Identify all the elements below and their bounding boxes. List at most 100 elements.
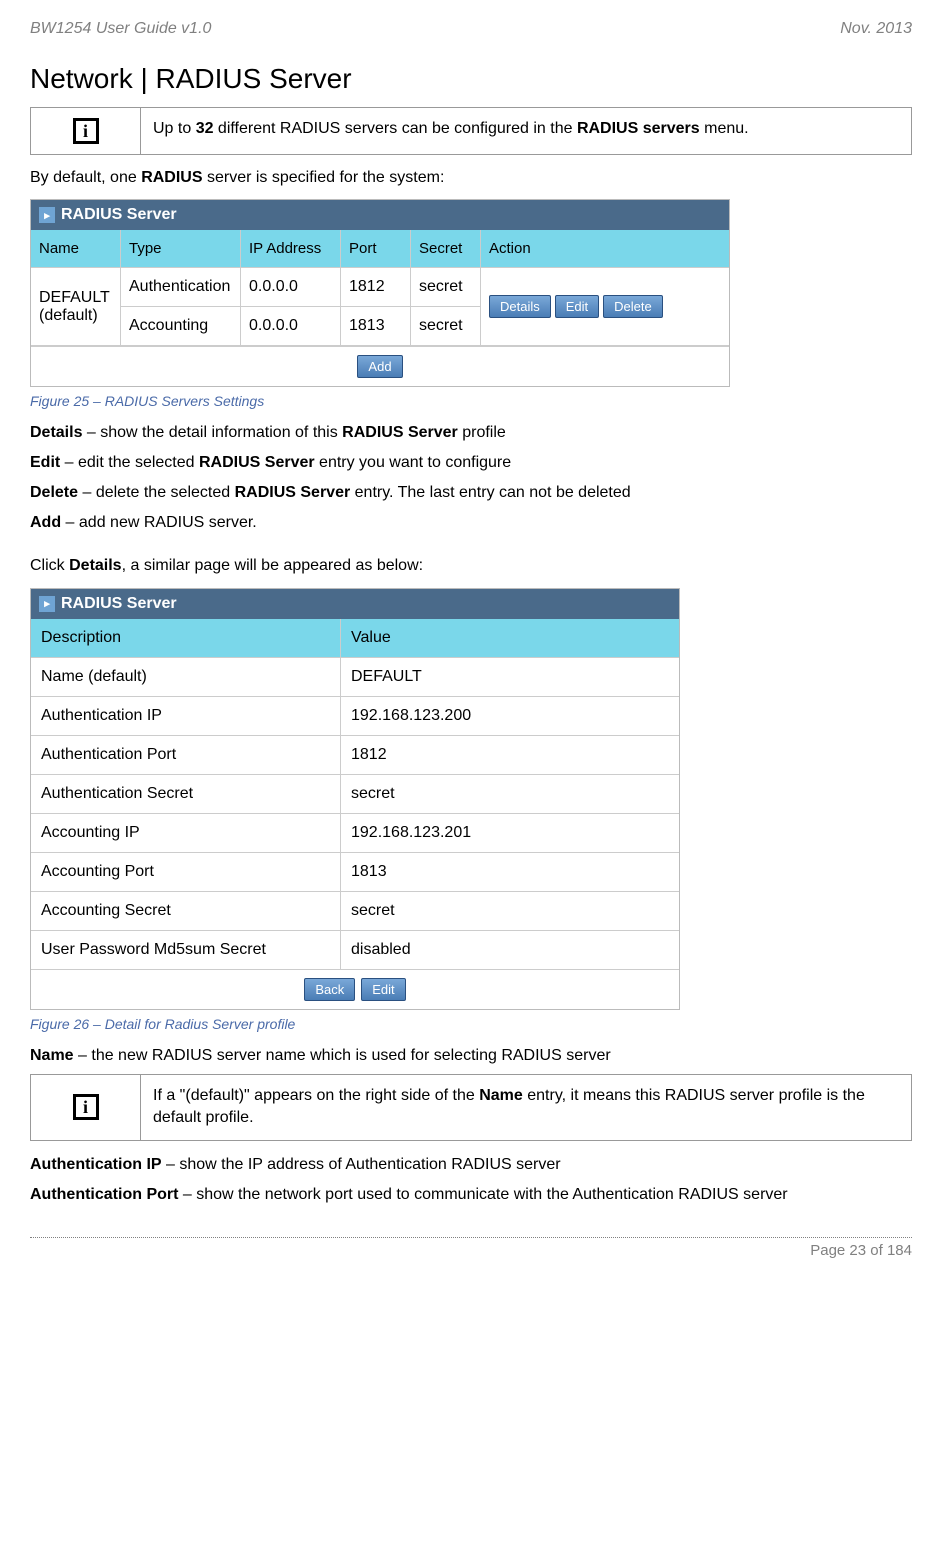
- cell-type: Accounting: [121, 307, 241, 346]
- table-row: User Password Md5sum Secretdisabled: [31, 931, 679, 970]
- sep: – show the detail information of this: [82, 424, 342, 441]
- bold: RADIUS Server: [199, 454, 315, 471]
- name-line1: DEFAULT: [39, 289, 112, 307]
- intro2-pre: Click: [30, 557, 69, 574]
- header-right: Nov. 2013: [840, 20, 912, 38]
- post: entry. The last entry can not be deleted: [350, 484, 630, 501]
- col-secret: Secret: [411, 230, 481, 268]
- def-edit: Edit – edit the selected RADIUS Server e…: [30, 451, 912, 475]
- arrow-icon: ▸: [39, 207, 55, 223]
- table-row: Accounting IP192.168.123.201: [31, 814, 679, 853]
- table-row: Accounting 0.0.0.0 1813 secret: [121, 307, 481, 346]
- figure-25-caption: Figure 25 – RADIUS Servers Settings: [30, 393, 912, 409]
- def-details: Details – show the detail information of…: [30, 421, 912, 445]
- info-icon: i: [73, 1094, 99, 1120]
- edit-button[interactable]: Edit: [555, 295, 599, 318]
- col-action: Action: [481, 230, 729, 268]
- term: Name: [30, 1047, 74, 1064]
- col-description: Description: [31, 619, 341, 657]
- add-button[interactable]: Add: [357, 355, 402, 378]
- post: entry you want to configure: [315, 454, 512, 471]
- kv-val: secret: [341, 775, 679, 813]
- def-auth-ip: Authentication IP – show the IP address …: [30, 1153, 912, 1177]
- info-icon-cell: i: [31, 1075, 141, 1140]
- col-port: Port: [341, 230, 411, 268]
- action-cell: Details Edit Delete: [481, 268, 729, 346]
- table1-header-row: Name Type IP Address Port Secret Action: [31, 230, 729, 268]
- back-button[interactable]: Back: [304, 978, 355, 1001]
- term: Details: [30, 424, 82, 441]
- table2-button-row: Back Edit: [31, 970, 679, 1009]
- col-ip: IP Address: [241, 230, 341, 268]
- intro-text-2: Click Details, a similar page will be ap…: [30, 555, 912, 577]
- section-title: Network | RADIUS Server: [30, 63, 912, 95]
- name-line2: (default): [39, 307, 112, 325]
- table-row: Name (default)DEFAULT: [31, 658, 679, 697]
- def-name: Name – the new RADIUS server name which …: [30, 1044, 912, 1068]
- table1-body: DEFAULT (default) Authentication 0.0.0.0…: [31, 268, 729, 346]
- table-row: Accounting Secretsecret: [31, 892, 679, 931]
- table2-header-row: Description Value: [31, 619, 679, 658]
- col-name: Name: [31, 230, 121, 268]
- cell-secret: secret: [411, 307, 481, 346]
- details-button[interactable]: Details: [489, 295, 551, 318]
- intro2-post: , a similar page will be appeared as bel…: [122, 557, 424, 574]
- info1-mid: different RADIUS servers can be configur…: [213, 120, 576, 137]
- radius-detail-table: ▸ RADIUS Server Description Value Name (…: [30, 588, 680, 1010]
- def-delete: Delete – delete the selected RADIUS Serv…: [30, 481, 912, 505]
- sep: – edit the selected: [60, 454, 199, 471]
- def-auth-port: Authentication Port – show the network p…: [30, 1183, 912, 1207]
- kv-key: Authentication IP: [31, 697, 341, 735]
- table-row: Authentication IP192.168.123.200: [31, 697, 679, 736]
- info-icon-cell: i: [31, 108, 141, 154]
- edit-button[interactable]: Edit: [361, 978, 405, 1001]
- figure-26-caption: Figure 26 – Detail for Radius Server pro…: [30, 1016, 912, 1032]
- col-value: Value: [341, 619, 679, 657]
- col-type: Type: [121, 230, 241, 268]
- table1-title-bar: ▸ RADIUS Server: [31, 200, 729, 230]
- term: Add: [30, 514, 61, 531]
- kv-key: Accounting Secret: [31, 892, 341, 930]
- term: Authentication Port: [30, 1186, 178, 1203]
- add-row: Add: [31, 346, 729, 386]
- name-cell: DEFAULT (default): [31, 268, 121, 346]
- def-add: Add – add new RADIUS server.: [30, 511, 912, 535]
- info1-bold2: RADIUS servers: [577, 120, 700, 137]
- table2-title: RADIUS Server: [61, 595, 177, 613]
- table-row: Authentication Port1812: [31, 736, 679, 775]
- kv-key: Name (default): [31, 658, 341, 696]
- delete-button[interactable]: Delete: [603, 295, 663, 318]
- bold: RADIUS Server: [342, 424, 458, 441]
- cell-port: 1812: [341, 268, 411, 307]
- post: – show the network port used to communic…: [178, 1186, 787, 1203]
- intro1-pre: By default, one: [30, 169, 141, 186]
- table-row: Authentication 0.0.0.0 1812 secret: [121, 268, 481, 307]
- table-row: Accounting Port1813: [31, 853, 679, 892]
- footer-separator: [30, 1237, 912, 1238]
- table-row: Authentication Secretsecret: [31, 775, 679, 814]
- intro1-post: server is specified for the system:: [203, 169, 445, 186]
- term: Delete: [30, 484, 78, 501]
- info2-bold: Name: [479, 1087, 523, 1104]
- info1-pre: Up to: [153, 120, 196, 137]
- kv-val: 1813: [341, 853, 679, 891]
- info-text: If a "(default)" appears on the right si…: [141, 1075, 911, 1140]
- kv-key: Accounting Port: [31, 853, 341, 891]
- cell-port: 1813: [341, 307, 411, 346]
- info-text: Up to 32 different RADIUS servers can be…: [141, 108, 911, 154]
- table1-title: RADIUS Server: [61, 206, 177, 224]
- info1-post: menu.: [700, 120, 749, 137]
- post: profile: [458, 424, 506, 441]
- sep: – add new RADIUS server.: [61, 514, 257, 531]
- table2-title-bar: ▸ RADIUS Server: [31, 589, 679, 619]
- intro2-bold: Details: [69, 557, 121, 574]
- term: Authentication IP: [30, 1156, 162, 1173]
- kv-val: 192.168.123.200: [341, 697, 679, 735]
- info1-bold1: 32: [196, 120, 214, 137]
- intro-text-1: By default, one RADIUS server is specifi…: [30, 167, 912, 189]
- page-footer: Page 23 of 184: [30, 1242, 912, 1259]
- kv-key: User Password Md5sum Secret: [31, 931, 341, 969]
- cell-ip: 0.0.0.0: [241, 268, 341, 307]
- info-callout-2: i If a "(default)" appears on the right …: [30, 1074, 912, 1141]
- bold: RADIUS Server: [235, 484, 351, 501]
